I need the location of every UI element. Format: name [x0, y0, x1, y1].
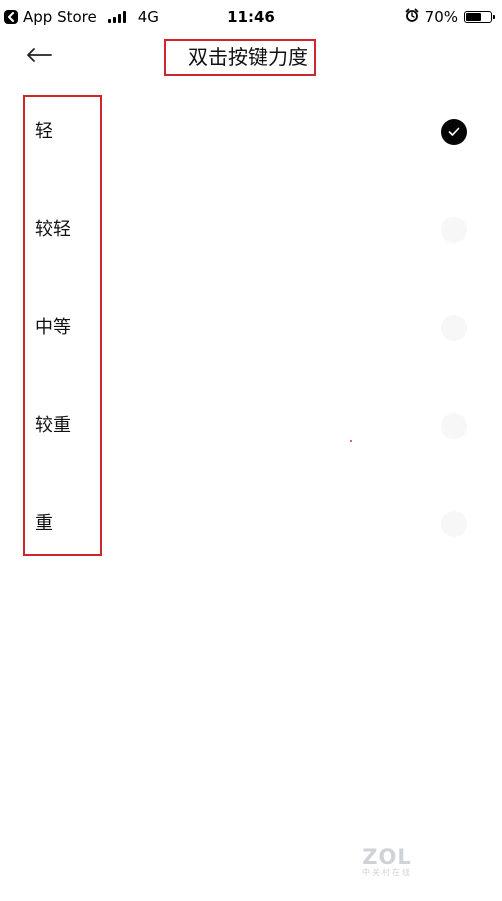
- battery-percent: 70%: [424, 8, 458, 26]
- page-title: 双击按键力度: [164, 39, 316, 76]
- arrow-left-icon: [27, 48, 52, 62]
- option-row-medium[interactable]: 中等: [0, 279, 502, 377]
- status-right: 70%: [405, 7, 495, 27]
- option-label: 中等: [35, 317, 71, 338]
- unselected-radio[interactable]: [441, 315, 467, 341]
- battery-fill: [466, 13, 481, 21]
- alarm-clock-icon: [405, 8, 419, 26]
- option-row-lighter[interactable]: 较轻: [0, 181, 502, 279]
- unselected-radio[interactable]: [441, 413, 467, 439]
- back-button[interactable]: [24, 40, 54, 70]
- option-label: 轻: [35, 121, 53, 142]
- watermark-logo: ZOL: [362, 845, 412, 869]
- option-row-heavier[interactable]: 较重: [0, 377, 502, 475]
- watermark: ZOL 中关村在线: [355, 846, 419, 878]
- option-row-heavy[interactable]: 重: [0, 475, 502, 573]
- option-label: 重: [35, 513, 53, 534]
- selected-radio[interactable]: [441, 119, 467, 145]
- option-label: 较轻: [35, 219, 71, 240]
- option-row-light[interactable]: 轻: [0, 83, 502, 181]
- stray-dot: [350, 440, 352, 442]
- unselected-radio[interactable]: [441, 511, 467, 537]
- option-label: 较重: [35, 415, 71, 436]
- watermark-subtitle: 中关村在线: [362, 868, 412, 877]
- battery-icon: [464, 11, 495, 23]
- status-bar: App Store 4G 11:46 70%: [0, 0, 502, 34]
- unselected-radio[interactable]: [441, 217, 467, 243]
- checkmark-icon: [448, 127, 460, 136]
